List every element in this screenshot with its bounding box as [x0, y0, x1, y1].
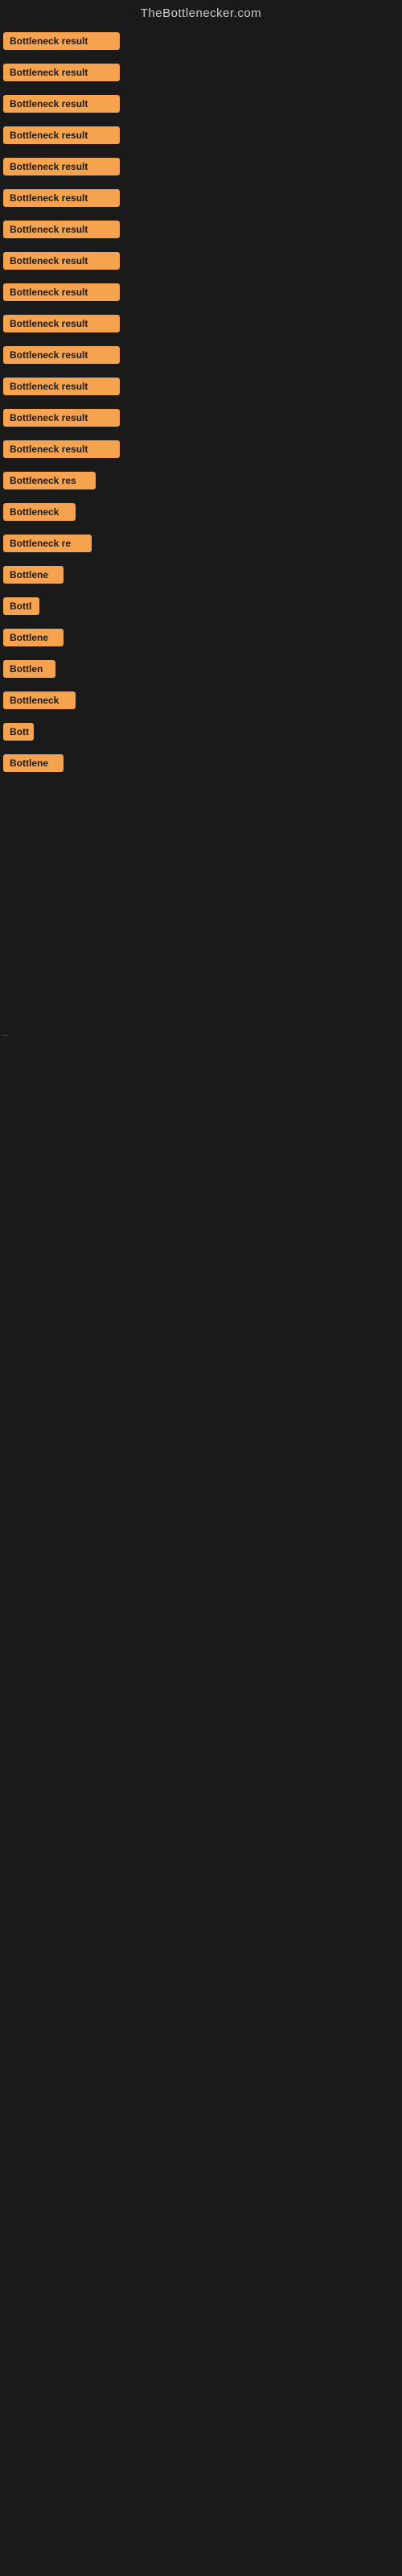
bottleneck-badge-1[interactable]: Bottleneck result [3, 32, 120, 50]
bottleneck-badge-14[interactable]: Bottleneck result [3, 440, 120, 458]
result-row-13: Bottleneck result [0, 404, 402, 436]
result-row-17: Bottleneck re [0, 530, 402, 561]
bottleneck-badge-6[interactable]: Bottleneck result [3, 189, 120, 207]
bottleneck-badge-7[interactable]: Bottleneck result [3, 221, 120, 238]
bottleneck-badge-20[interactable]: Bottlene [3, 629, 64, 646]
result-row-14: Bottleneck result [0, 436, 402, 467]
results-container: Bottleneck result Bottleneck result Bottle… [0, 24, 402, 781]
result-row-10: Bottleneck result [0, 310, 402, 341]
bottleneck-badge-24[interactable]: Bottlene [3, 754, 64, 772]
result-row-2: Bottleneck result [0, 59, 402, 90]
result-row-23: Bott [0, 718, 402, 749]
bottleneck-badge-16[interactable]: Bottleneck [3, 503, 76, 521]
result-row-3: Bottleneck result [0, 90, 402, 122]
spacer-section: ... [0, 781, 402, 1103]
result-row-21: Bottlen [0, 655, 402, 687]
bottleneck-badge-2[interactable]: Bottleneck result [3, 64, 120, 81]
bottleneck-badge-8[interactable]: Bottleneck result [3, 252, 120, 270]
result-row-4: Bottleneck result [0, 122, 402, 153]
result-row-6: Bottleneck result [0, 184, 402, 216]
ellipsis-label: ... [2, 1030, 8, 1038]
result-row-11: Bottleneck result [0, 341, 402, 373]
result-row-7: Bottleneck result [0, 216, 402, 247]
site-title: TheBottlenecker.com [141, 6, 261, 20]
bottleneck-badge-17[interactable]: Bottleneck re [3, 535, 92, 552]
bottleneck-badge-13[interactable]: Bottleneck result [3, 409, 120, 427]
result-row-5: Bottleneck result [0, 153, 402, 184]
bottleneck-badge-5[interactable]: Bottleneck result [3, 158, 120, 175]
result-row-20: Bottlene [0, 624, 402, 655]
result-row-22: Bottleneck [0, 687, 402, 718]
result-row-1: Bottleneck result [0, 27, 402, 59]
result-row-12: Bottleneck result [0, 373, 402, 404]
result-row-9: Bottleneck result [0, 279, 402, 310]
bottleneck-badge-21[interactable]: Bottlen [3, 660, 55, 678]
site-header: TheBottlenecker.com [0, 0, 402, 24]
bottleneck-badge-22[interactable]: Bottleneck [3, 691, 76, 709]
result-row-15: Bottleneck res [0, 467, 402, 498]
bottleneck-badge-18[interactable]: Bottlene [3, 566, 64, 584]
bottleneck-badge-11[interactable]: Bottleneck result [3, 346, 120, 364]
result-row-18: Bottlene [0, 561, 402, 592]
result-row-19: Bottl [0, 592, 402, 624]
result-row-24: Bottlene [0, 749, 402, 781]
result-row-8: Bottleneck result [0, 247, 402, 279]
bottleneck-badge-4[interactable]: Bottleneck result [3, 126, 120, 144]
bottleneck-badge-12[interactable]: Bottleneck result [3, 378, 120, 395]
bottleneck-badge-10[interactable]: Bottleneck result [3, 315, 120, 332]
bottleneck-badge-19[interactable]: Bottl [3, 597, 39, 615]
result-row-16: Bottleneck [0, 498, 402, 530]
bottleneck-badge-23[interactable]: Bott [3, 723, 34, 741]
bottleneck-badge-3[interactable]: Bottleneck result [3, 95, 120, 113]
bottleneck-badge-9[interactable]: Bottleneck result [3, 283, 120, 301]
bottleneck-badge-15[interactable]: Bottleneck res [3, 472, 96, 489]
